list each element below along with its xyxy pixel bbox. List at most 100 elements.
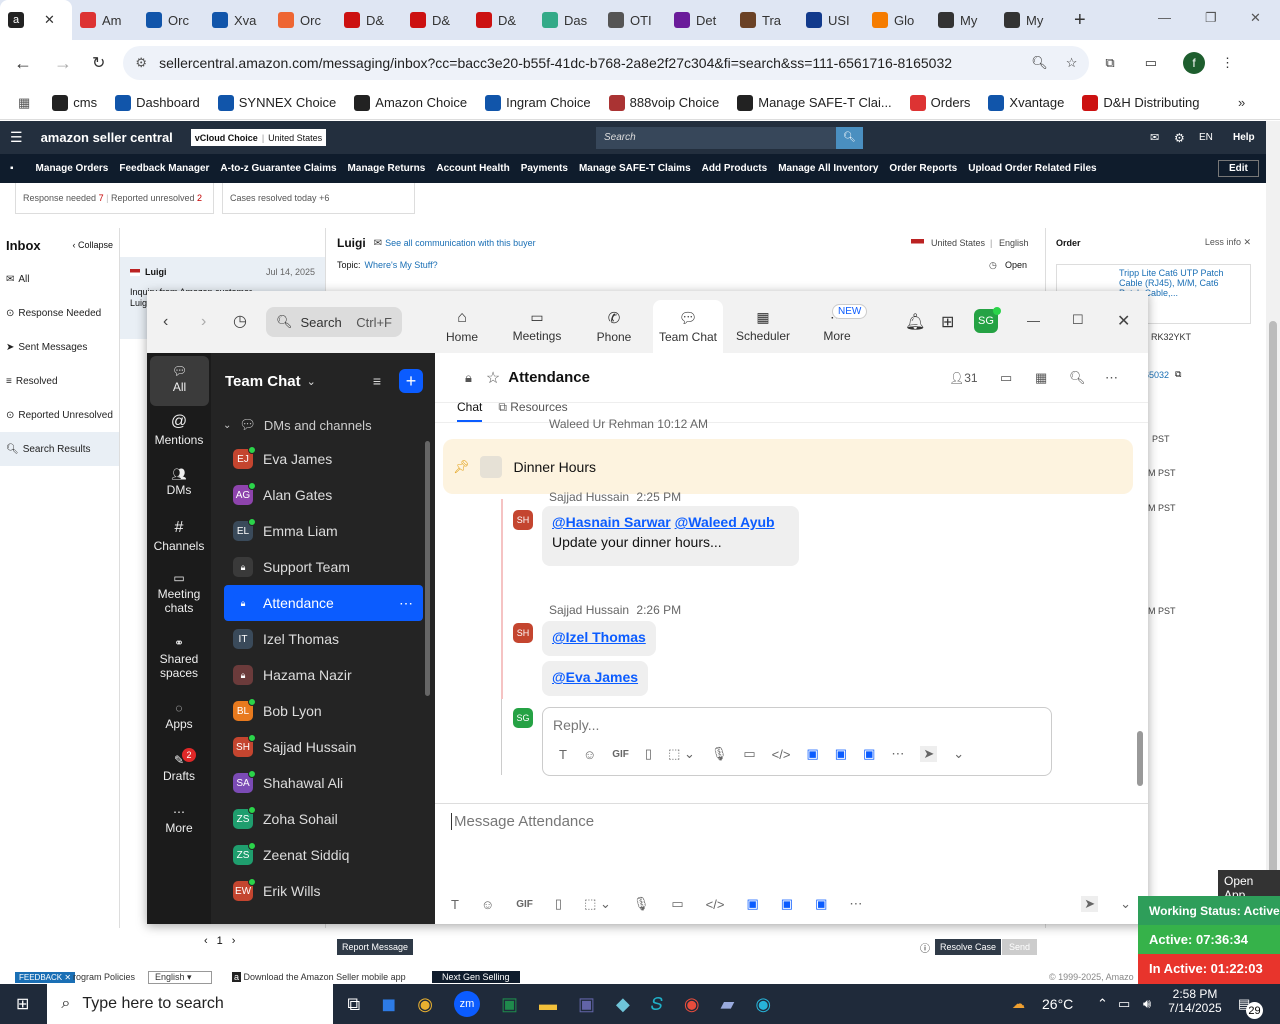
reply-box[interactable]: Reply... T ☺ GIF ▯ ⬚ ⌄ 🎙︎ ▭ </> ▣ ▣ ▣ ⋯ … — [542, 707, 1052, 776]
browser-tab[interactable]: D& — [336, 0, 402, 40]
rail-dms[interactable]: 👥︎ DMs — [147, 467, 211, 497]
channel-more-icon[interactable]: ⋯ — [399, 595, 413, 612]
teams-icon[interactable]: ▣ — [578, 994, 595, 1015]
bookmark-item[interactable]: Xvantage — [988, 94, 1064, 111]
channel-item[interactable]: AG Alan Gates — [211, 477, 435, 513]
channel-item[interactable]: ZS Zoha Sohail — [211, 801, 435, 837]
channel-title[interactable]: Attendance — [508, 369, 590, 386]
edge-icon[interactable]: ◉ — [755, 994, 771, 1015]
screenshot-icon[interactable]: ⬚ ⌄ — [668, 746, 695, 762]
send-options-icon[interactable]: ⌄ — [953, 746, 964, 762]
scheduler-tab[interactable]: ▦ Scheduler — [734, 309, 792, 343]
bookmark-item[interactable]: D&H Distributing — [1082, 94, 1199, 111]
app-icon-3[interactable]: ▣ — [815, 896, 827, 912]
report-message-button[interactable]: Report Message — [337, 939, 414, 955]
nav-link[interactable]: Payments — [521, 163, 568, 174]
close-tab-icon[interactable]: ✕ — [44, 12, 55, 28]
back-icon[interactable]: ‹ — [163, 313, 168, 331]
dms-and-channels-header[interactable]: ⌄ 💬︎ DMs and channels — [211, 409, 435, 441]
inbox-filter-item[interactable]: ⊙ Reported Unresolved — [0, 398, 119, 432]
page-scrollbar-thumb[interactable] — [1269, 321, 1277, 881]
inbox-filter-item[interactable]: ➤ Sent Messages — [0, 330, 119, 364]
copy-icon[interactable]: ⧉ — [1175, 369, 1181, 380]
volume-icon[interactable]: 🔊︎ — [1143, 996, 1151, 1012]
prev-page-icon[interactable]: ‹ — [204, 935, 208, 947]
app-icon-1[interactable]: ▣ — [746, 896, 758, 912]
clock[interactable]: 2:58 PM 7/14/2025 — [1165, 987, 1225, 1015]
rail-more[interactable]: ⋯ More — [147, 805, 211, 835]
message-1-bubble[interactable]: @Hasnain Sarwar @Waleed Ayub Update your… — [542, 506, 799, 566]
microphone-icon[interactable]: 🎙︎ — [711, 746, 728, 762]
browser-tab[interactable]: Orc — [138, 0, 204, 40]
nav-link[interactable]: Manage Orders — [36, 163, 109, 174]
channel-item[interactable]: ZS Zeenat Siddiq — [211, 837, 435, 873]
amazon-search[interactable]: Search 🔍︎ — [596, 126, 863, 149]
resolve-case-button[interactable]: Resolve Case — [935, 939, 1002, 955]
inbox-filter-item[interactable]: ≡ Resolved — [0, 364, 119, 398]
send-button[interactable]: Send — [1002, 939, 1038, 955]
program-policies-link[interactable]: rogram Policies — [73, 972, 135, 982]
taskbar-search[interactable]: ⌕ Type here to search — [47, 984, 334, 1024]
gif-icon[interactable]: GIF — [516, 899, 533, 910]
browser-tab[interactable]: Am — [72, 0, 138, 40]
browser-tab[interactable]: OTI — [600, 0, 666, 40]
members-icon[interactable]: 👤︎31 — [949, 371, 978, 385]
reply-input[interactable]: Reply... — [543, 708, 1051, 742]
browser-tab[interactable]: My — [996, 0, 1062, 40]
new-chat-button[interactable]: + — [399, 369, 423, 393]
browser-tab[interactable]: Tra — [732, 0, 798, 40]
new-tab-icon[interactable]: + — [1074, 9, 1086, 32]
bookmark-item[interactable]: Manage SAFE-T Clai... — [737, 94, 892, 111]
emoji-icon[interactable]: ☺ — [583, 747, 596, 762]
nav-link[interactable]: Manage SAFE-T Claims — [579, 163, 691, 174]
bookmark-item[interactable]: Amazon Choice — [354, 94, 467, 111]
excel-icon[interactable]: ▣ — [501, 994, 518, 1015]
mail-icon[interactable]: ✉ — [1150, 131, 1159, 144]
team-chat-title[interactable]: Team Chat — [225, 373, 301, 390]
nav-link[interactable]: Feedback Manager — [119, 163, 209, 174]
app-icon[interactable]: ◆ — [616, 994, 630, 1015]
channel-item[interactable]: 🔒︎ Attendance ⋯ — [224, 585, 423, 621]
next-gen-selling-link[interactable]: Next Gen Selling — [432, 971, 520, 983]
code-icon[interactable]: </> — [706, 897, 725, 912]
mention-eva[interactable]: @Eva James — [552, 669, 638, 685]
message-2-bubble[interactable]: @Izel Thomas — [542, 621, 656, 656]
download-app-link[interactable]: a Download the Amazon Seller mobile app — [232, 972, 406, 982]
back-icon[interactable]: ← — [14, 53, 32, 74]
app-icon-1[interactable]: ▣ — [806, 746, 818, 762]
format-text-icon[interactable]: T — [559, 747, 567, 762]
channel-item[interactable]: IT Izel Thomas — [211, 621, 435, 657]
inbox-filter-item[interactable]: 🔍︎ Search Results — [0, 432, 119, 466]
inbox-filter-item[interactable]: ✉ All — [0, 262, 119, 296]
video-message-icon[interactable]: ▭ — [743, 746, 755, 762]
star-icon[interactable]: ☆ — [486, 368, 500, 388]
outlook-icon[interactable]: ◼ — [381, 994, 396, 1015]
channel-item[interactable]: BL Bob Lyon — [211, 693, 435, 729]
channel-item[interactable]: EW Erik Wills — [211, 873, 435, 909]
chevron-down-icon[interactable]: ⌄ — [307, 375, 316, 388]
next-page-icon[interactable]: › — [232, 935, 236, 947]
extensions-icon[interactable]: ⧉ — [1105, 55, 1114, 71]
browser-tab-active[interactable]: a ✕ — [0, 0, 72, 40]
help-link[interactable]: Help — [1233, 132, 1255, 143]
rail-mentions[interactable]: @ Mentions — [147, 413, 211, 447]
search-page-icon[interactable]: 🔍︎ — [1031, 55, 1048, 71]
reload-icon[interactable]: ↻ — [92, 53, 105, 73]
inbox-filter-item[interactable]: ⊙ Response Needed — [0, 296, 119, 330]
task-view-icon[interactable]: ⧉ — [347, 994, 360, 1015]
rail-apps[interactable]: ◌ Apps — [147, 701, 211, 731]
nav-link[interactable]: Manage All Inventory — [778, 163, 878, 174]
url-text[interactable]: sellercentral.amazon.com/messaging/inbox… — [159, 55, 952, 71]
video-message-icon[interactable]: ▭ — [671, 896, 683, 912]
home-tab[interactable]: ⌂ Home — [442, 309, 482, 344]
maximize-icon[interactable]: ☐ — [1072, 312, 1084, 328]
file-icon[interactable]: ▯ — [645, 746, 652, 762]
forward-icon[interactable]: → — [54, 53, 72, 74]
mention-hasnain[interactable]: @Hasnain Sarwar — [552, 514, 671, 530]
notes-app-icon[interactable]: ▰ — [721, 994, 735, 1015]
bookmark-item[interactable]: Dashboard — [115, 94, 200, 111]
media-icon[interactable]: ▭ — [1145, 55, 1157, 71]
nav-link[interactable]: Add Products — [702, 163, 768, 174]
tab-chat[interactable]: Chat — [457, 394, 483, 422]
meetings-tab[interactable]: ▭ Meetings — [509, 309, 565, 343]
